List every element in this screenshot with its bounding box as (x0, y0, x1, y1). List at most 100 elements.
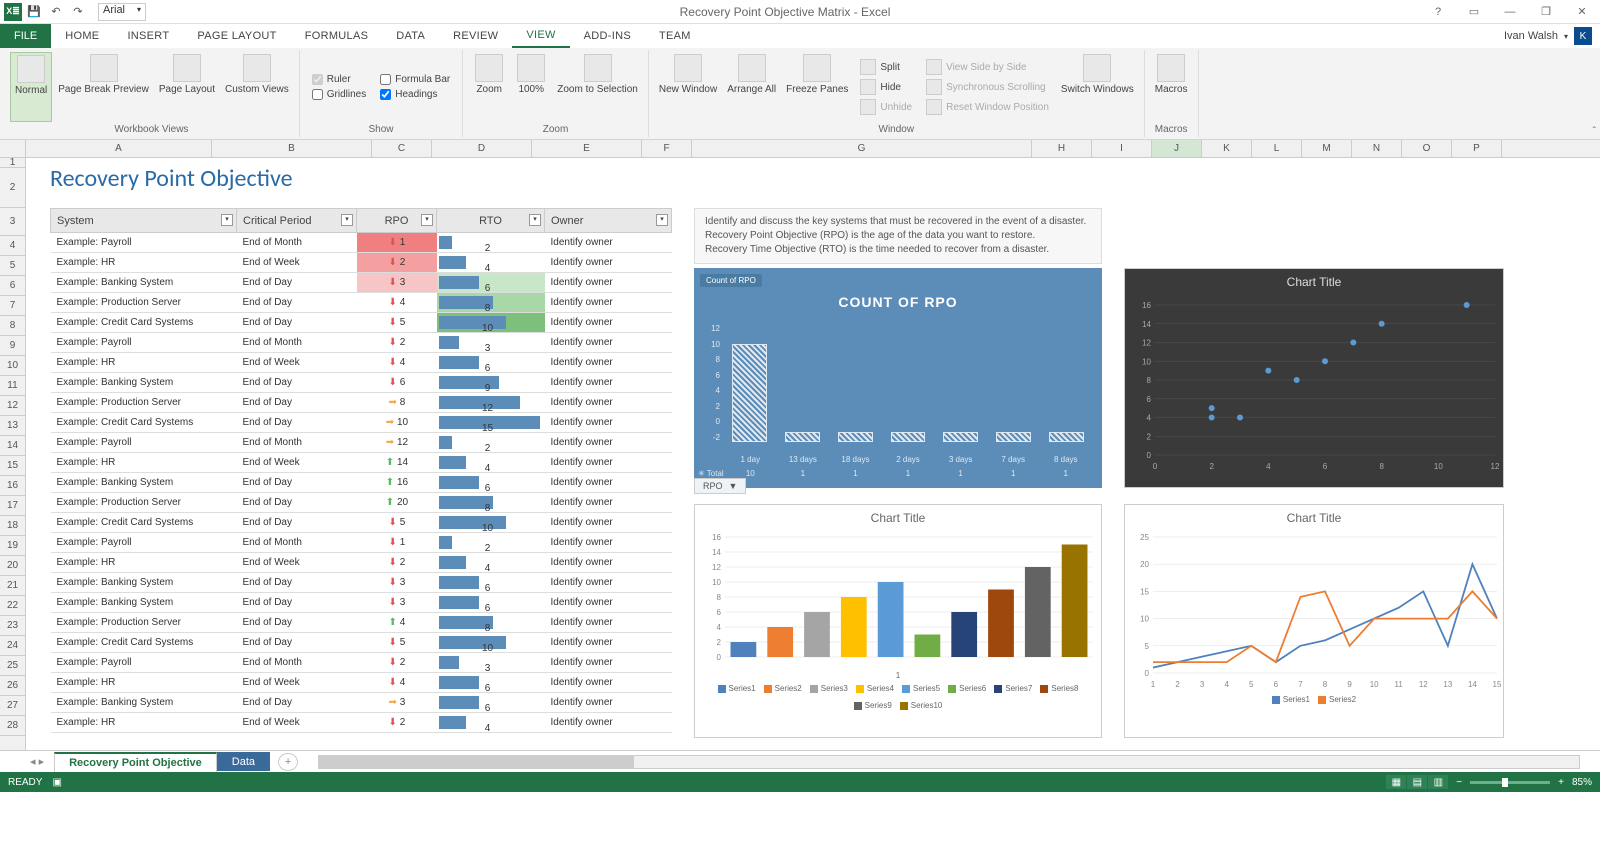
normal-view-button[interactable]: Normal (10, 52, 52, 122)
filter-icon[interactable]: ▾ (421, 214, 433, 226)
cell-rpo[interactable]: ⬆4 (357, 613, 437, 633)
cell-rto[interactable]: 3 (437, 653, 545, 673)
th-rto[interactable]: RTO▾ (437, 209, 545, 233)
th-system[interactable]: System▾ (51, 209, 237, 233)
col-header-K[interactable]: K (1202, 140, 1252, 157)
cell-owner[interactable]: Identify owner (545, 253, 672, 273)
row-header[interactable]: 12 (0, 396, 25, 416)
col-header-J[interactable]: J (1152, 140, 1202, 157)
cell-owner[interactable]: Identify owner (545, 533, 672, 553)
cell-owner[interactable]: Identify owner (545, 573, 672, 593)
cell-owner[interactable]: Identify owner (545, 353, 672, 373)
formulabar-checkbox[interactable]: Formula Bar (378, 73, 452, 86)
cell-system[interactable]: Example: Banking System (51, 593, 237, 613)
cell-system[interactable]: Example: HR (51, 673, 237, 693)
pagelayout-view-icon[interactable]: ▤ (1407, 775, 1427, 789)
row-header[interactable]: 28 (0, 716, 25, 736)
cell-owner[interactable]: Identify owner (545, 393, 672, 413)
cell-owner[interactable]: Identify owner (545, 473, 672, 493)
cell-critical[interactable]: End of Day (237, 393, 357, 413)
cell-owner[interactable]: Identify owner (545, 233, 672, 253)
row-header[interactable]: 26 (0, 676, 25, 696)
cell-rpo[interactable]: ⬇5 (357, 633, 437, 653)
cell-owner[interactable]: Identify owner (545, 593, 672, 613)
row-header[interactable]: 4 (0, 236, 25, 256)
cell-critical[interactable]: End of Month (237, 433, 357, 453)
cell-rpo[interactable]: ➡8 (357, 393, 437, 413)
cell-system[interactable]: Example: HR (51, 353, 237, 373)
cell-owner[interactable]: Identify owner (545, 433, 672, 453)
tab-pagelayout[interactable]: PAGE LAYOUT (183, 24, 290, 48)
tab-home[interactable]: HOME (51, 24, 113, 48)
sidebyside-button[interactable]: View Side by Side (924, 58, 1051, 76)
sheet-nav[interactable]: ◂ ▸ (30, 755, 44, 768)
cell-rto[interactable]: 8 (437, 493, 545, 513)
normal-view-icon[interactable]: ▦ (1386, 775, 1406, 789)
font-selector[interactable]: Arial (98, 3, 146, 21)
cell-rto[interactable]: 6 (437, 573, 545, 593)
chart-count-rpo[interactable]: Count of RPO COUNT OF RPO 121086420-2 1 … (694, 268, 1102, 488)
cell-owner[interactable]: Identify owner (545, 493, 672, 513)
tab-review[interactable]: REVIEW (439, 24, 512, 48)
minimize-icon[interactable]: — (1496, 2, 1524, 22)
tab-data[interactable]: DATA (382, 24, 439, 48)
cell-rpo[interactable]: ➡12 (357, 433, 437, 453)
cell-critical[interactable]: End of Day (237, 373, 357, 393)
cell-critical[interactable]: End of Week (237, 713, 357, 733)
zoom-level[interactable]: 85% (1572, 777, 1592, 788)
row-header[interactable]: 25 (0, 656, 25, 676)
restore-icon[interactable]: ❐ (1532, 2, 1560, 22)
chart-bar-series[interactable]: Chart Title 1614121086420 1 Series1Serie… (694, 504, 1102, 738)
tab-team[interactable]: TEAM (645, 24, 705, 48)
macro-record-icon[interactable]: ▣ (52, 777, 61, 788)
cell-system[interactable]: Example: Credit Card Systems (51, 413, 237, 433)
col-header-G[interactable]: G (692, 140, 1032, 157)
th-critical[interactable]: Critical Period▾ (237, 209, 357, 233)
switchwindows-button[interactable]: Switch Windows (1057, 52, 1138, 122)
table-row[interactable]: Example: Credit Card SystemsEnd of Day➡1… (51, 413, 672, 433)
customviews-button[interactable]: Custom Views (221, 52, 293, 122)
table-row[interactable]: Example: PayrollEnd of Month⬇23Identify … (51, 653, 672, 673)
cell-system[interactable]: Example: Production Server (51, 293, 237, 313)
cell-critical[interactable]: End of Week (237, 253, 357, 273)
zoom-in-icon[interactable]: + (1558, 777, 1564, 788)
table-row[interactable]: Example: Production ServerEnd of Day⬆208… (51, 493, 672, 513)
cell-critical[interactable]: End of Day (237, 273, 357, 293)
row-header[interactable]: 17 (0, 496, 25, 516)
syncscroll-button[interactable]: Synchronous Scrolling (924, 78, 1051, 96)
unhide-button[interactable]: Unhide (858, 98, 914, 116)
zoomselection-button[interactable]: Zoom to Selection (553, 52, 642, 122)
cell-owner[interactable]: Identify owner (545, 553, 672, 573)
cell-rto[interactable]: 8 (437, 293, 545, 313)
cell-rto[interactable]: 3 (437, 333, 545, 353)
cell-rto[interactable]: 10 (437, 633, 545, 653)
cell-critical[interactable]: End of Week (237, 553, 357, 573)
row-header[interactable]: 20 (0, 556, 25, 576)
cell-owner[interactable]: Identify owner (545, 513, 672, 533)
zoom-out-icon[interactable]: − (1456, 777, 1462, 788)
cell-rto[interactable]: 4 (437, 713, 545, 733)
col-header-N[interactable]: N (1352, 140, 1402, 157)
col-header-C[interactable]: C (372, 140, 432, 157)
cell-system[interactable]: Example: Credit Card Systems (51, 633, 237, 653)
cell-owner[interactable]: Identify owner (545, 373, 672, 393)
ruler-checkbox[interactable]: Ruler (310, 73, 368, 86)
tab-formulas[interactable]: FORMULAS (291, 24, 383, 48)
cell-rpo[interactable]: ⬆20 (357, 493, 437, 513)
pagebreak-button[interactable]: Page Break Preview (54, 52, 153, 122)
cell-critical[interactable]: End of Week (237, 453, 357, 473)
cell-rpo[interactable]: ⬇4 (357, 293, 437, 313)
table-row[interactable]: Example: Credit Card SystemsEnd of Day⬇5… (51, 513, 672, 533)
row-header[interactable]: 3 (0, 208, 25, 236)
cell-rpo[interactable]: ⬇1 (357, 533, 437, 553)
cell-owner[interactable]: Identify owner (545, 333, 672, 353)
cell-system[interactable]: Example: HR (51, 253, 237, 273)
cell-system[interactable]: Example: Payroll (51, 233, 237, 253)
table-row[interactable]: Example: Production ServerEnd of Day⬇48I… (51, 293, 672, 313)
zoom-slider[interactable] (1470, 781, 1550, 784)
chart-line-series[interactable]: Chart Title 2520151050123456789101112131… (1124, 504, 1504, 738)
horizontal-scrollbar[interactable] (318, 755, 1580, 769)
cell-critical[interactable]: End of Day (237, 413, 357, 433)
row-header[interactable]: 13 (0, 416, 25, 436)
row-header[interactable]: 7 (0, 296, 25, 316)
